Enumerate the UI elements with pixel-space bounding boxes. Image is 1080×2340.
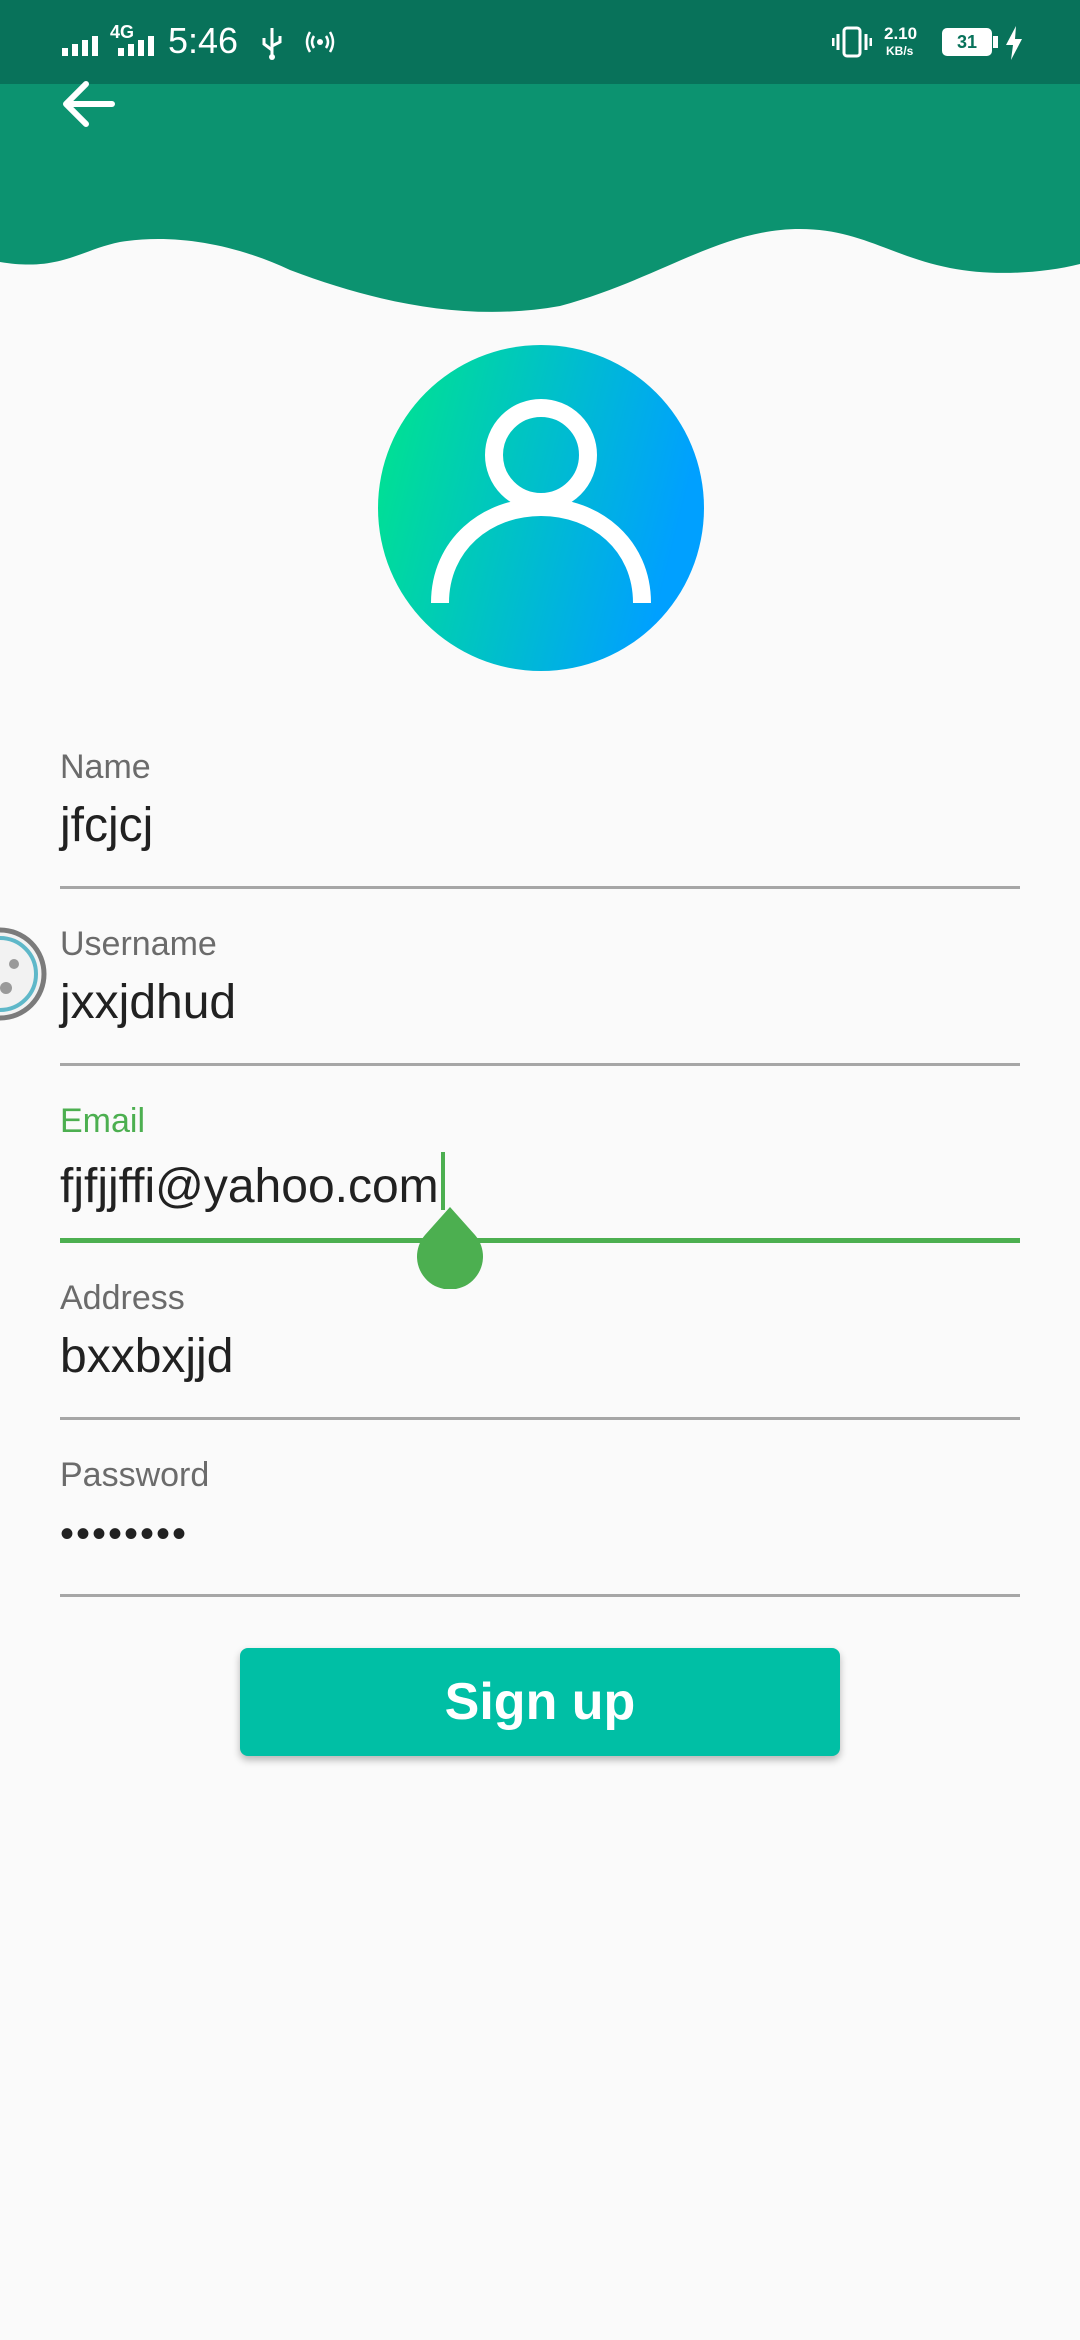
user-icon [378, 345, 704, 671]
battery-level: 31 [945, 31, 989, 53]
address-input[interactable]: bxxbxjjd [60, 1329, 233, 1384]
vibrate-icon [832, 26, 872, 58]
signup-button[interactable]: Sign up [240, 1648, 840, 1756]
network-speed-unit: KB/s [886, 44, 914, 58]
floating-bubble-icon[interactable] [0, 918, 52, 1038]
address-label: Address [60, 1279, 185, 1317]
username-underline [60, 1063, 1020, 1066]
clock: 5:46 [168, 20, 239, 61]
text-selection-handle[interactable] [415, 1205, 485, 1289]
password-label: Password [60, 1456, 210, 1494]
text-cursor [440, 1152, 445, 1210]
username-label: Username [60, 925, 217, 963]
username-input[interactable]: jxxjdhud [60, 975, 236, 1030]
status-bar: 4G 5:46 2.10 KB/s 31 [0, 0, 1080, 84]
charging-icon [1006, 26, 1022, 60]
name-input[interactable]: jfcjcj [60, 798, 153, 853]
back-button[interactable] [52, 70, 124, 142]
password-input[interactable]: •••••••• [60, 1512, 188, 1557]
password-field[interactable]: Password •••••••• [60, 1456, 1020, 1634]
hotspot-icon [305, 31, 335, 53]
email-input[interactable]: fjfjjffi@yahoo.com [60, 1160, 439, 1213]
signal-icon [62, 36, 98, 56]
email-field[interactable]: Email fjfjjffi@yahoo.com [60, 1102, 1020, 1280]
email-underline [60, 1238, 1020, 1243]
email-input-wrap[interactable]: fjfjjffi@yahoo.com [60, 1152, 445, 1214]
address-underline [60, 1417, 1020, 1420]
email-label: Email [60, 1102, 146, 1140]
usb-icon [262, 28, 282, 60]
network-speed-value: 2.10 [884, 24, 918, 43]
header-wave [0, 84, 1080, 312]
signal-4g-icon [118, 36, 154, 56]
password-underline [60, 1594, 1020, 1597]
name-field[interactable]: Name jfcjcj [60, 748, 1020, 926]
battery-tip [993, 36, 998, 48]
address-field[interactable]: Address bxxbxjjd [60, 1279, 1020, 1457]
avatar[interactable] [378, 345, 704, 671]
name-underline [60, 886, 1020, 889]
arrow-left-icon [63, 81, 115, 127]
name-label: Name [60, 748, 151, 786]
battery-icon: 31 [942, 28, 992, 56]
username-field[interactable]: Username jxxjdhud [60, 925, 1020, 1103]
